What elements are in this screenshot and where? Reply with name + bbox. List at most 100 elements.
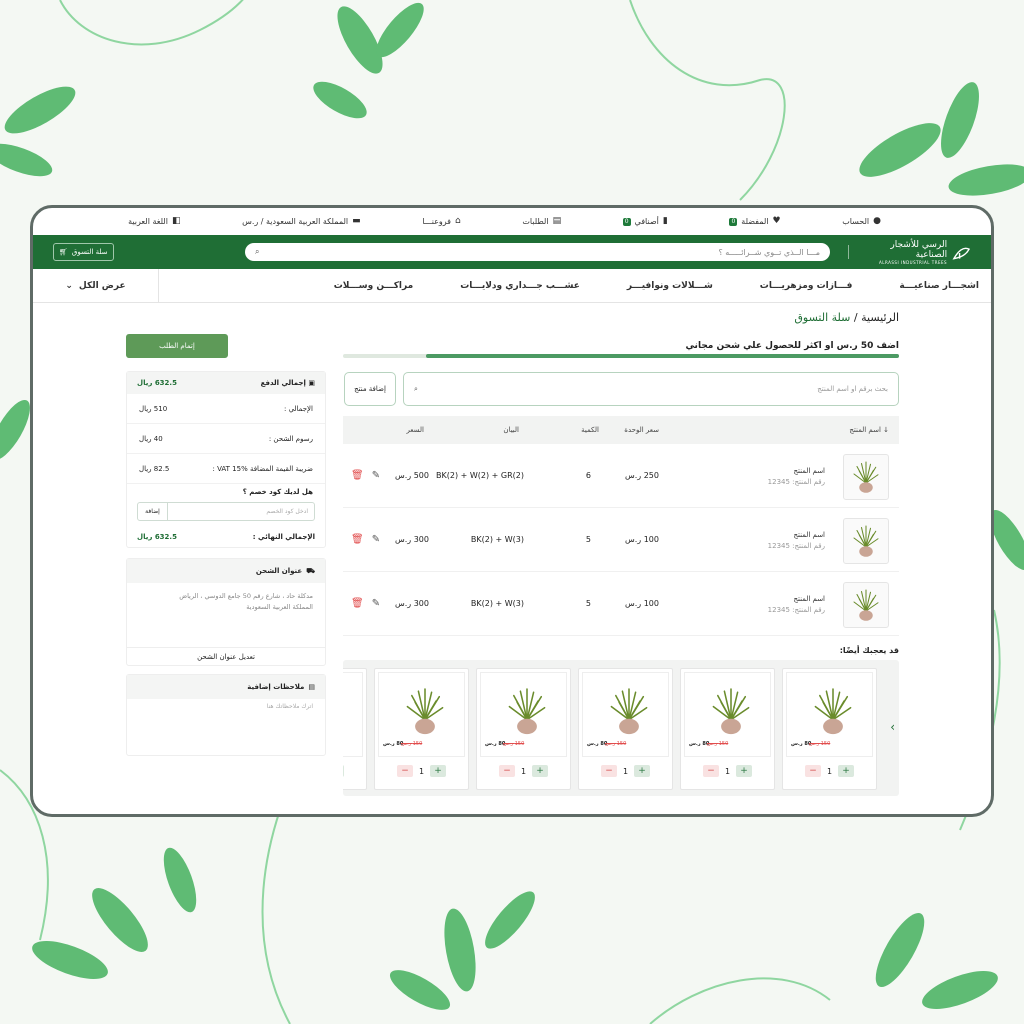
plant-image — [814, 688, 852, 735]
country-selector[interactable]: ▬ المملكة العربية السعودية / ر.س — [242, 217, 361, 227]
product-card-old-price: 150 ر.س — [401, 741, 423, 747]
orders-link[interactable]: ▤ الطلبات — [522, 216, 562, 227]
apply-coupon-button[interactable]: إضافة — [138, 503, 168, 520]
product-name-cell: اسم المنتج رقم المنتج: 12345 — [768, 530, 825, 552]
main-header: الرسي للأشجار الصناعية ALRASSI INDUSTRIA… — [33, 235, 991, 269]
product-card[interactable]: 80 ر.س 150 ر.س + 1 − — [680, 668, 775, 790]
my-items-link[interactable]: ▮ أصنافي 0 — [622, 216, 668, 226]
free-shipping-message: اضف 50 ر.س او اكثر للحصول علي شحن مجاني — [685, 341, 899, 351]
shipping-fee-value: 40 ريال — [139, 434, 163, 443]
language-selector[interactable]: ◧ اللغة العربية — [128, 217, 180, 227]
my-items-count: 0 — [622, 217, 631, 226]
edit-icon[interactable]: ✎ — [372, 534, 380, 545]
brand-logo[interactable]: الرسي للأشجار الصناعية ALRASSI INDUSTRIA… — [861, 240, 971, 265]
header-divider — [848, 245, 849, 259]
notes-header: ▤ ملاحظات إضافية — [127, 675, 325, 699]
header-product-name: ↓ اسم المنتج — [849, 426, 889, 434]
trash-icon[interactable]: 🗑︎ — [351, 534, 364, 545]
product-card[interactable]: 80 ر.س 150 ر.س + 1 − — [782, 668, 877, 790]
product-card[interactable]: 80 ر.س 150 ر.س + 1 − — [343, 668, 367, 790]
unit-price-cell: 100 ر.س — [625, 599, 659, 608]
minus-button[interactable]: − — [498, 765, 515, 777]
quantity-stepper: + 1 − — [343, 765, 366, 777]
category-item-fountains[interactable]: شـــلالات ونوافيـــر — [627, 281, 713, 291]
table-row: اسم المنتج رقم المنتج: 12345 100 ر.س 5 B… — [343, 572, 899, 636]
view-all-button[interactable]: عرض الكل ⌄ — [33, 268, 159, 303]
row-actions: ✎ 🗑︎ — [351, 534, 380, 545]
quantity-value: 1 — [826, 766, 833, 776]
product-name[interactable]: اسم المنتج — [768, 466, 825, 477]
search-icon[interactable]: ⌕ — [255, 247, 259, 257]
final-total-row: الإجمالي النهائي :632.5 ريال — [137, 533, 315, 541]
product-card[interactable]: 80 ر.س 150 ر.س + 1 − — [578, 668, 673, 790]
cart-table: ↓ اسم المنتج سعر الوحدة الكمية البيان ال… — [343, 416, 899, 636]
product-thumbnail[interactable] — [843, 518, 889, 564]
product-sku: رقم المنتج: 12345 — [767, 478, 825, 486]
account-link[interactable]: ● الحساب — [842, 217, 881, 227]
product-card[interactable]: 80 ر.س 150 ر.س + 1 − — [476, 668, 571, 790]
product-thumbnail[interactable] — [843, 582, 889, 628]
finish-order-button[interactable]: إتمام الطلب — [126, 334, 228, 358]
plus-button[interactable]: + — [838, 765, 855, 777]
receipt-icon: ▣ — [308, 379, 315, 387]
edit-icon[interactable]: ✎ — [372, 470, 380, 481]
edit-shipping-address-button[interactable]: تعديل عنوان الشحن — [127, 647, 325, 665]
plus-button[interactable]: + — [736, 765, 753, 777]
add-product-button[interactable]: إضافة منتج — [344, 372, 396, 406]
category-item-wall-grass[interactable]: عشـــب جـــداري ودلايـــات — [460, 281, 580, 291]
product-name[interactable]: اسم المنتج — [768, 594, 825, 605]
plant-image — [610, 688, 648, 735]
product-search-input[interactable]: بحث برقم او اسم المنتج ⌕ — [403, 372, 899, 406]
table-row: اسم المنتج رقم المنتج: 12345 250 ر.س 6 B… — [343, 444, 899, 508]
product-name[interactable]: اسم المنتج — [768, 530, 825, 541]
plus-button[interactable]: + — [634, 765, 651, 777]
breadcrumb-home[interactable]: الرئيسية / — [854, 311, 899, 324]
minus-button[interactable]: − — [702, 765, 719, 777]
trash-icon[interactable]: 🗑︎ — [351, 598, 364, 609]
truck-icon: ⛟ — [306, 566, 315, 575]
free-shipping-progress-fill — [426, 354, 899, 358]
quantity-stepper: + 1 − — [477, 765, 570, 777]
plus-button[interactable]: + — [343, 765, 345, 777]
trash-icon[interactable]: 🗑︎ — [351, 470, 364, 481]
category-item-planters[interactable]: مراكـــن وســـلات — [334, 281, 414, 291]
search-icon: ⌕ — [414, 384, 418, 393]
plus-button[interactable]: + — [532, 765, 549, 777]
header-unit-price: سعر الوحدة — [624, 426, 659, 434]
carousel-next-icon[interactable]: › — [890, 720, 895, 734]
clipboard-icon: ▤ — [552, 216, 562, 226]
cart-button[interactable]: سلة التسوق 🛒︎ — [53, 243, 114, 261]
minus-button[interactable]: − — [396, 765, 413, 777]
final-total-value: 632.5 ريال — [137, 533, 177, 541]
coupon-input[interactable]: ادخل كود الخصم — [168, 508, 314, 515]
product-thumbnail[interactable] — [843, 454, 889, 500]
row-actions: ✎ 🗑︎ — [351, 470, 380, 481]
product-name-cell: اسم المنتج رقم المنتج: 12345 — [768, 594, 825, 616]
note-icon: ▤ — [308, 683, 315, 691]
may-like-title: قد يعجبك أيضًا: — [839, 646, 899, 655]
notes-panel: ▤ ملاحظات إضافية اترك ملاحظاتك هنا — [126, 674, 326, 756]
minus-button[interactable]: − — [804, 765, 821, 777]
shipping-address-panel: ⛟ عنوان الشحن مدكلة حاد ، شارع رقم 50 جام… — [126, 558, 326, 666]
details-cell: BK(2) + W(2) + GR(2) — [436, 471, 524, 480]
header-price: السعر — [406, 426, 424, 434]
quantity-value: 1 — [724, 766, 731, 776]
plus-button[interactable]: + — [430, 765, 447, 777]
plant-image — [406, 688, 444, 735]
category-item-trees[interactable]: اشجـــار صناعيـــة — [899, 281, 979, 291]
details-cell: BK(2) + W(3) — [470, 599, 524, 608]
favorites-link[interactable]: ♥ المفضلة 0 — [729, 217, 781, 226]
branches-link[interactable]: ⌂ فروعنـــا — [422, 217, 460, 227]
header-details: البيان — [503, 426, 519, 434]
minus-button[interactable]: − — [600, 765, 617, 777]
logo-text-ar: الرسي للأشجار الصناعية — [890, 239, 948, 260]
edit-icon[interactable]: ✎ — [372, 598, 380, 609]
search-input[interactable]: مـــا الــذي تــوي شــرائـــــه ؟ ⌕ — [245, 243, 830, 261]
recommendations-carousel: › ‹ 80 ر.س 150 ر.س + 1 − 80 ر.س 150 ر.س … — [343, 660, 899, 796]
category-item-vases[interactable]: فـــازات ومزهريـــات — [760, 281, 853, 291]
vat-row: ضريبة القيمة المضافة VAT 15% :82.5 ريال — [127, 454, 325, 484]
notes-textarea[interactable]: اترك ملاحظاتك هنا — [127, 699, 325, 714]
shipping-address-header: ⛟ عنوان الشحن — [127, 559, 325, 583]
bookmark-icon: ▮ — [662, 216, 668, 226]
product-card[interactable]: 80 ر.س 150 ر.س + 1 − — [374, 668, 469, 790]
